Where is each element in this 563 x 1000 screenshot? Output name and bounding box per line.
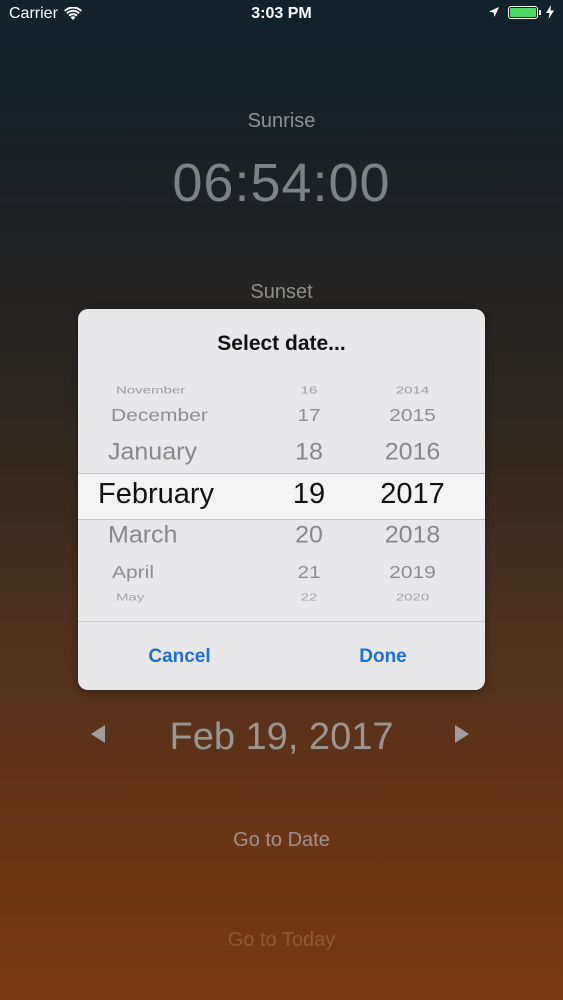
picker-row[interactable]: 18 <box>278 439 340 467</box>
picker-row[interactable]: 2016 <box>340 439 485 467</box>
picker-row[interactable]: 20 <box>278 522 340 550</box>
picker-row[interactable]: 2019 <box>340 563 485 583</box>
picker-row[interactable]: March <box>108 522 177 550</box>
date-navigation: Feb 19, 2017 <box>0 712 563 762</box>
picker-row[interactable]: 16 <box>278 385 340 397</box>
picker-row[interactable]: 21 <box>278 563 340 583</box>
picker-row[interactable]: 2014 <box>340 385 485 397</box>
current-date[interactable]: Feb 19, 2017 <box>0 716 563 759</box>
location-arrow-icon <box>489 7 499 17</box>
picker-row[interactable]: January <box>108 439 197 467</box>
status-time: 3:03 PM <box>251 5 312 22</box>
status-right <box>488 5 554 19</box>
battery-fill <box>510 7 536 17</box>
picker-row-selected[interactable]: 2017 <box>340 478 485 511</box>
triangle-right-icon <box>455 725 469 743</box>
sunrise-time: 06:54:00 <box>172 153 391 213</box>
picker-row[interactable]: 2018 <box>340 522 485 550</box>
picker-row[interactable]: November <box>116 385 185 397</box>
year-wheel[interactable]: 2014 2015 2016 2017 2018 2019 2020 <box>340 374 485 620</box>
go-to-today-button[interactable]: Go to Today <box>0 929 563 952</box>
picker-row[interactable]: 17 <box>278 406 340 426</box>
picker-row[interactable]: 2015 <box>340 406 485 426</box>
status-bar: Carrier 3:03 PM <box>0 0 563 30</box>
cancel-button[interactable]: Cancel <box>78 622 281 690</box>
battery-icon <box>508 5 541 19</box>
date-picker-wheel[interactable]: November December January February March… <box>78 374 485 620</box>
go-to-date-button[interactable]: Go to Date <box>0 829 563 852</box>
picker-row-selected[interactable]: 19 <box>278 478 340 511</box>
date-picker-dialog: Select date... November December January… <box>78 309 485 690</box>
done-button[interactable]: Done <box>281 622 485 690</box>
sunset-label: Sunset <box>250 281 313 303</box>
dialog-title: Select date... <box>217 332 346 355</box>
month-wheel[interactable]: November December January February March… <box>78 374 278 620</box>
picker-row[interactable]: May <box>116 592 144 604</box>
day-wheel[interactable]: 16 17 18 19 20 21 22 <box>278 374 340 620</box>
dialog-button-bar: Cancel Done <box>78 621 485 690</box>
picker-row[interactable]: December <box>111 406 208 426</box>
picker-row[interactable]: 22 <box>278 592 340 604</box>
sunrise-label: Sunrise <box>247 110 316 132</box>
picker-row[interactable]: April <box>112 563 154 583</box>
charging-bolt-icon <box>546 5 554 19</box>
picker-row-selected[interactable]: February <box>98 478 214 511</box>
picker-row[interactable]: 2020 <box>340 592 485 604</box>
next-day-button[interactable] <box>453 724 471 750</box>
